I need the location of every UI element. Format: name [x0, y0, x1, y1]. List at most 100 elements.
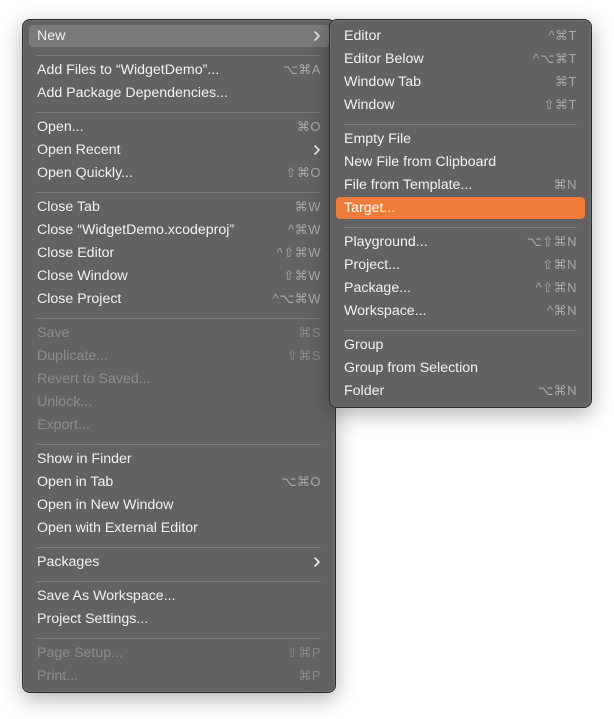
menu-item-export[interactable]: Export...	[29, 414, 329, 436]
shortcut-label: ⌥⌘N	[538, 383, 577, 398]
menu-item-save-as-workspace[interactable]: Save As Workspace...	[29, 585, 329, 607]
shortcut-label: ^⌘N	[547, 303, 577, 318]
menu-item-label: Playground...	[344, 234, 428, 250]
menu-separator	[37, 318, 321, 319]
shortcut-label: ⌥⌘A	[282, 62, 321, 77]
shortcut-label: ^⌘T	[548, 28, 577, 43]
menu-item-open[interactable]: Open... ⌘O	[29, 116, 329, 138]
menu-separator	[37, 192, 321, 193]
menu-item-close-project[interactable]: Close Project ^⌥⌘W	[29, 288, 329, 310]
menu-item-label: Project Settings...	[37, 611, 149, 627]
menu-item-label: Group from Selection	[344, 360, 479, 376]
menu-item-open-recent[interactable]: Open Recent	[29, 139, 329, 161]
submenu-item-file-from-template[interactable]: File from Template... ⌘N	[336, 174, 585, 196]
shortcut-label: ⌥⇧⌘N	[526, 234, 577, 249]
shortcut-label: ⌘P	[298, 668, 321, 683]
submenu-item-workspace[interactable]: Workspace... ^⌘N	[336, 300, 585, 322]
menu-item-new[interactable]: New	[29, 25, 329, 47]
menu-separator	[37, 638, 321, 639]
menu-item-label: Open in New Window	[37, 497, 174, 513]
submenu-item-editor[interactable]: Editor ^⌘T	[336, 25, 585, 47]
shortcut-label: ^⇧⌘W	[276, 245, 321, 260]
menu-item-label: Page Setup...	[37, 645, 123, 661]
submenu-item-folder[interactable]: Folder ⌥⌘N	[336, 380, 585, 402]
submenu-item-empty-file[interactable]: Empty File	[336, 128, 585, 150]
shortcut-label: ⇧⌘O	[285, 165, 321, 180]
menu-item-add-files[interactable]: Add Files to “WidgetDemo”... ⌥⌘A	[29, 59, 329, 81]
submenu-item-window[interactable]: Window ⇧⌘T	[336, 94, 585, 116]
menu-item-print[interactable]: Print... ⌘P	[29, 665, 329, 687]
menu-item-packages[interactable]: Packages	[29, 551, 329, 573]
menu-item-open-quickly[interactable]: Open Quickly... ⇧⌘O	[29, 162, 329, 184]
menu-item-label: Group	[344, 337, 384, 353]
shortcut-label: ⌘N	[553, 177, 577, 192]
menu-item-label: Open Quickly...	[37, 165, 133, 181]
menu-item-label: Package...	[344, 280, 412, 296]
shortcut-label: ⌥⌘O	[281, 474, 321, 489]
menu-item-close-project-file[interactable]: Close “WidgetDemo.xcodeproj” ^⌘W	[29, 219, 329, 241]
menu-item-label: Revert to Saved...	[37, 371, 151, 387]
menu-item-unlock[interactable]: Unlock...	[29, 391, 329, 413]
submenu-item-group-from-selection[interactable]: Group from Selection	[336, 357, 585, 379]
menu-separator	[37, 55, 321, 56]
shortcut-label: ⌘S	[298, 325, 321, 340]
menu-item-close-editor[interactable]: Close Editor ^⇧⌘W	[29, 242, 329, 264]
submenu-item-target[interactable]: Target...	[336, 197, 585, 219]
submenu-item-editor-below[interactable]: Editor Below ^⌥⌘T	[336, 48, 585, 70]
menu-item-label: Close Window	[37, 268, 128, 284]
menu-item-show-in-finder[interactable]: Show in Finder	[29, 448, 329, 470]
shortcut-label: ⇧⌘T	[543, 97, 577, 112]
menu-item-label: Open in Tab	[37, 474, 114, 490]
menu-item-label: Unlock...	[37, 394, 93, 410]
menu-item-close-tab[interactable]: Close Tab ⌘W	[29, 196, 329, 218]
menu-separator	[37, 581, 321, 582]
submenu-item-new-file-from-clipboard[interactable]: New File from Clipboard	[336, 151, 585, 173]
menu-separator	[344, 227, 577, 228]
menu-item-label: Workspace...	[344, 303, 427, 319]
submenu-item-project[interactable]: Project... ⇧⌘N	[336, 254, 585, 276]
submenu-item-playground[interactable]: Playground... ⌥⇧⌘N	[336, 231, 585, 253]
shortcut-label: ^⌘W	[288, 222, 321, 237]
menu-item-page-setup[interactable]: Page Setup... ⇧⌘P	[29, 642, 329, 664]
shortcut-label: ⇧⌘P	[286, 645, 321, 660]
menu-item-add-package-dependencies[interactable]: Add Package Dependencies...	[29, 82, 329, 104]
menu-item-project-settings[interactable]: Project Settings...	[29, 608, 329, 630]
menu-item-label: Close “WidgetDemo.xcodeproj”	[37, 222, 235, 238]
menu-item-label: Add Package Dependencies...	[37, 85, 228, 101]
menu-item-label: File from Template...	[344, 177, 473, 193]
shortcut-label: ⇧⌘N	[542, 257, 577, 272]
chevron-right-icon	[314, 31, 320, 41]
menu-item-open-with-external-editor[interactable]: Open with External Editor	[29, 517, 329, 539]
menu-item-label: Window Tab	[344, 74, 422, 90]
menu-item-open-in-new-window[interactable]: Open in New Window	[29, 494, 329, 516]
menu-item-revert-to-saved[interactable]: Revert to Saved...	[29, 368, 329, 390]
menu-item-label: Open...	[37, 119, 84, 135]
menu-item-duplicate[interactable]: Duplicate... ⇧⌘S	[29, 345, 329, 367]
menu-item-label: Project...	[344, 257, 400, 273]
menu-item-label: Open Recent	[37, 142, 121, 158]
menu-item-label: Editor Below	[344, 51, 424, 67]
shortcut-label: ⇧⌘S	[286, 348, 321, 363]
menu-item-label: Add Files to “WidgetDemo”...	[37, 62, 220, 78]
menu-item-label: Save	[37, 325, 70, 341]
submenu-item-window-tab[interactable]: Window Tab ⌘T	[336, 71, 585, 93]
menu-item-label: Open with External Editor	[37, 520, 198, 536]
menu-item-open-in-tab[interactable]: Open in Tab ⌥⌘O	[29, 471, 329, 493]
menu-separator	[37, 112, 321, 113]
screen: New Add Files to “WidgetDemo”... ⌥⌘A Add…	[0, 0, 614, 719]
shortcut-label: ⇧⌘W	[283, 268, 321, 283]
shortcut-label: ^⌥⌘T	[532, 51, 577, 66]
menu-item-label: Show in Finder	[37, 451, 132, 467]
menu-item-label: Target...	[344, 200, 396, 216]
menu-item-label: Empty File	[344, 131, 412, 147]
submenu-item-package[interactable]: Package... ^⇧⌘N	[336, 277, 585, 299]
chevron-right-icon	[314, 145, 320, 155]
menu-separator	[344, 330, 577, 331]
shortcut-label: ⌘W	[294, 199, 321, 214]
submenu-item-group[interactable]: Group	[336, 334, 585, 356]
menu-item-close-window[interactable]: Close Window ⇧⌘W	[29, 265, 329, 287]
menu-separator	[344, 124, 577, 125]
menu-item-save[interactable]: Save ⌘S	[29, 322, 329, 344]
menu-item-label: Export...	[37, 417, 90, 433]
shortcut-label: ^⇧⌘N	[535, 280, 577, 295]
